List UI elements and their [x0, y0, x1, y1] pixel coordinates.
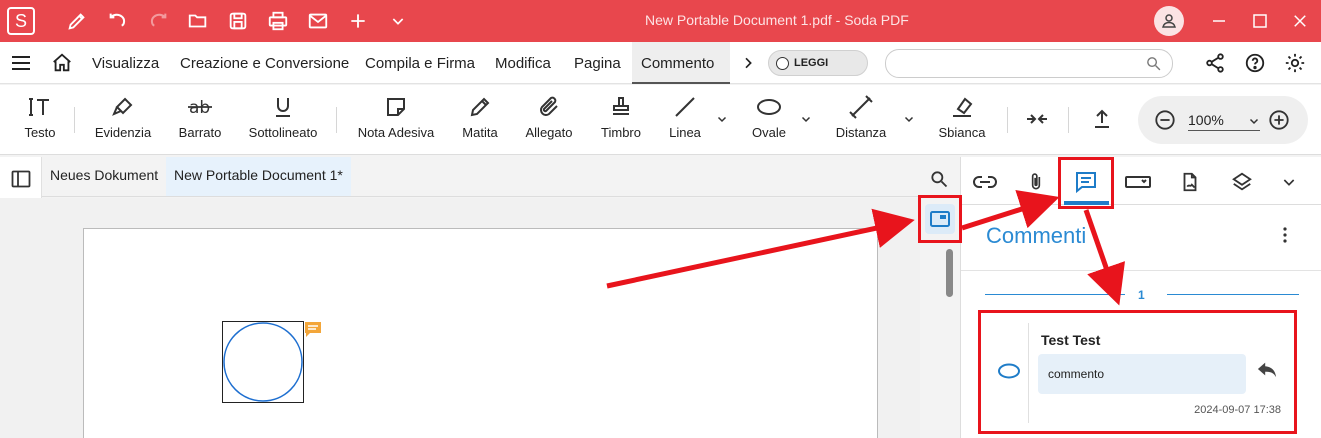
arrow-to-panel-toggle [606, 208, 915, 289]
annotation-arrows [606, 190, 1126, 306]
arrow-to-comments-tab [961, 190, 1060, 231]
arrow-to-comment-card [1083, 209, 1126, 306]
